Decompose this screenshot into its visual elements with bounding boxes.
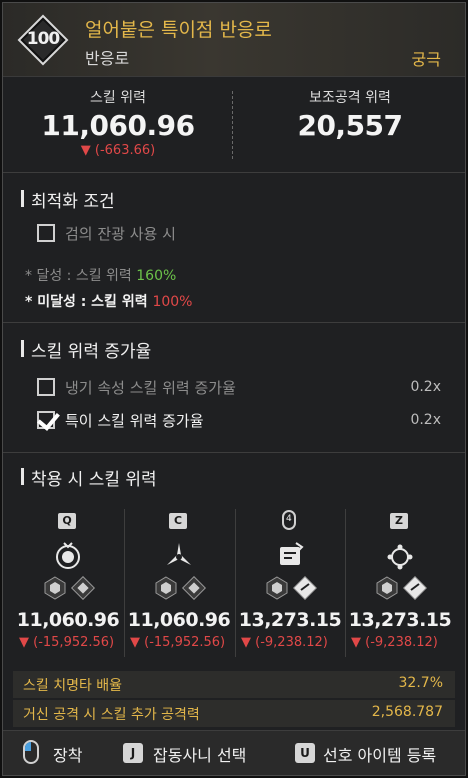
skill-q-power: 11,060.96 xyxy=(16,609,120,631)
equipped-title: 착용 시 스킬 위력 xyxy=(21,465,157,490)
not-achieved-value: 100% xyxy=(152,294,193,310)
achieved-prefix: * 달성 : 스킬 위력 xyxy=(25,268,132,284)
cold-multiplier-value: 0.2x xyxy=(410,379,441,395)
item-tooltip: 100 얼어붙은 특이점 반응로 반응로 궁극 스킬 위력 11,060.96 … xyxy=(2,2,466,776)
singular-multiplier-checkbox[interactable] xyxy=(37,411,55,429)
stats-divider xyxy=(232,91,233,159)
achieved-value: 160% xyxy=(136,268,177,284)
rune-slot-icon xyxy=(155,576,177,600)
mouse-button-4-icon xyxy=(282,510,296,530)
crit-multiplier-row: 스킬 치명타 배율 32.7% xyxy=(13,671,455,698)
select-junk-action[interactable]: 잡동사니 선택 xyxy=(153,742,246,766)
skill-columns: Q 11,060.96 ▼ (-15,952.56) C 11,060.96 ▼… xyxy=(3,503,465,665)
skill-q-diff: ▼ (-15,952.56) xyxy=(19,635,115,650)
singular-multiplier-label: 특이 스킬 위력 증가율 xyxy=(65,412,204,430)
not-achieved-line: * 미달성 : 스킬 위력 100% xyxy=(25,291,192,311)
singular-multiplier-value: 0.2x xyxy=(410,412,441,428)
crit-multiplier-value: 32.7% xyxy=(398,675,443,691)
skill-column-q: Q 11,060.96 ▼ (-15,952.56) xyxy=(13,503,123,663)
skill-power-value: 11,060.96 xyxy=(41,109,195,142)
skill-c-icon xyxy=(167,543,191,565)
not-achieved-prefix: * 미달성 : 스킬 위력 xyxy=(25,294,148,310)
level-badge: 100 xyxy=(17,14,69,66)
optimization-title: 최적화 조건 xyxy=(21,187,115,212)
key-q-icon: Q xyxy=(58,513,76,529)
skill-z-icon xyxy=(387,544,413,570)
skill-mouse4-diff: ▼ (-9,238.12) xyxy=(241,635,328,650)
multiplier-title: 스킬 위력 증가율 xyxy=(21,337,151,362)
skill-power-stat: 스킬 위력 11,060.96 ▼ (-663.66) xyxy=(3,87,233,158)
cold-multiplier-checkbox[interactable] xyxy=(37,378,55,396)
key-c-icon: C xyxy=(169,513,187,529)
level-number: 100 xyxy=(26,29,61,49)
condition-label: 검의 잔광 사용 시 xyxy=(65,225,176,243)
key-u-icon: U xyxy=(295,743,315,763)
skill-mouse4-power: 13,273.15 xyxy=(238,609,342,631)
skill-mouse4-icon xyxy=(280,542,304,565)
rune-slot-icon xyxy=(182,576,206,600)
skill-column-c: C 11,060.96 ▼ (-15,952.56) xyxy=(124,503,234,663)
skill-c-power: 11,060.96 xyxy=(127,609,231,631)
tooltip-footer: 장착 J 잡동사니 선택 U 선호 아이템 등록 xyxy=(3,730,465,775)
skill-q-icon xyxy=(56,542,80,569)
cold-multiplier-label: 냉기 속성 스킬 위력 증가율 xyxy=(65,379,236,397)
skill-column-z: Z 13,273.15 ▼ (-9,238.12) xyxy=(345,503,455,663)
skill-power-diff: ▼ (-663.66) xyxy=(80,143,156,158)
rune-slot-icon xyxy=(403,576,427,600)
rune-slot-icon xyxy=(44,576,66,600)
rune-slot-icon xyxy=(266,576,288,600)
skill-c-diff: ▼ (-15,952.56) xyxy=(130,635,226,650)
support-power-stat: 보조공격 위력 20,557 xyxy=(235,87,465,142)
optimization-section: 최적화 조건 검의 잔광 사용 시 * 달성 : 스킬 위력 160% * 미달… xyxy=(3,173,465,323)
item-grade: 궁극 xyxy=(411,50,441,69)
item-type: 반응로 xyxy=(85,49,130,68)
rune-slot-icon xyxy=(293,576,317,600)
skill-column-mouse4: 13,273.15 ▼ (-9,238.12) xyxy=(235,503,345,663)
stats-section: 스킬 위력 11,060.96 ▼ (-663.66) 보조공격 위력 20,5… xyxy=(3,77,465,173)
support-power-value: 20,557 xyxy=(297,109,403,142)
rune-slot-icon xyxy=(71,576,95,600)
favorite-item-action[interactable]: 선호 아이템 등록 xyxy=(323,742,436,766)
tooltip-header: 100 얼어붙은 특이점 반응로 반응로 궁극 xyxy=(3,3,465,77)
colossus-bonus-row: 거신 공격 시 스킬 추가 공격력 2,568.787 xyxy=(13,700,455,727)
achieved-line: * 달성 : 스킬 위력 160% xyxy=(25,265,176,285)
colossus-bonus-label: 거신 공격 시 스킬 추가 공격력 xyxy=(23,707,200,723)
colossus-bonus-value: 2,568.787 xyxy=(371,704,443,720)
key-z-icon: Z xyxy=(390,513,408,529)
skill-power-label: 스킬 위력 xyxy=(90,90,146,106)
key-j-icon: J xyxy=(123,743,143,763)
support-power-label: 보조공격 위력 xyxy=(309,90,391,106)
multiplier-section: 스킬 위력 증가율 냉기 속성 스킬 위력 증가율 0.2x 특이 스킬 위력 … xyxy=(3,323,465,453)
equip-action[interactable]: 장착 xyxy=(53,742,82,766)
condition-checkbox[interactable] xyxy=(37,224,55,242)
skill-z-diff: ▼ (-9,238.12) xyxy=(351,635,438,650)
skill-z-power: 13,273.15 xyxy=(348,609,452,631)
item-name: 얼어붙은 특이점 반응로 xyxy=(85,19,272,41)
crit-multiplier-label: 스킬 치명타 배율 xyxy=(23,678,123,694)
rune-slot-icon xyxy=(376,576,398,600)
mouse-left-click-icon xyxy=(23,740,39,764)
